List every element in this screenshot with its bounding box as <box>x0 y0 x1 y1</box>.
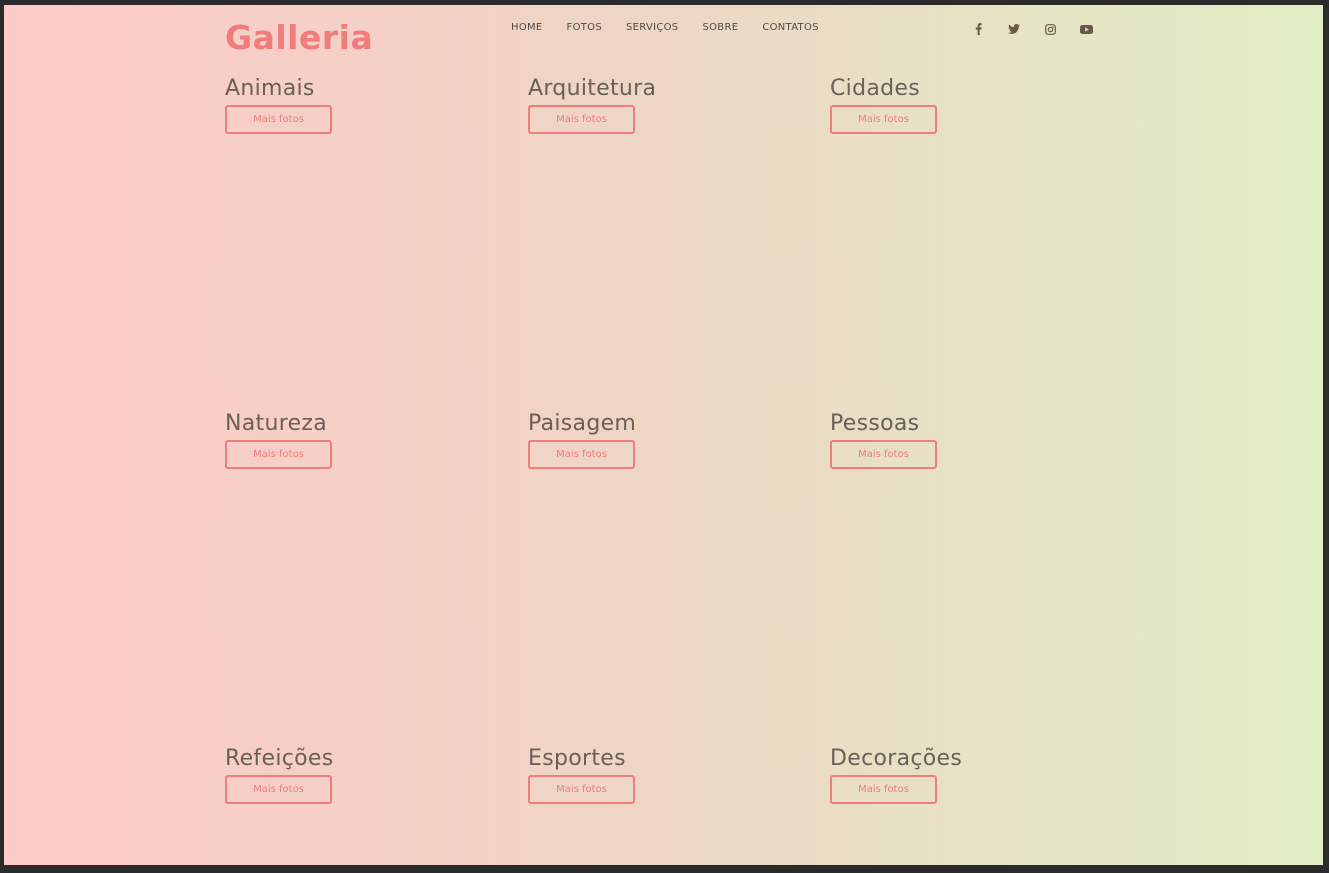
category-title: Refeições <box>225 746 334 771</box>
category-card-refeicoes: Refeições Mais fotos <box>225 746 505 804</box>
nav-item-contatos[interactable]: CONTATOS <box>762 22 818 33</box>
page: Galleria HOME FOTOS SERVIÇOS SOBRE CONTA… <box>4 5 1323 865</box>
category-card-pessoas: Pessoas Mais fotos <box>830 411 1110 469</box>
more-photos-button[interactable]: Mais fotos <box>830 775 937 804</box>
more-photos-button[interactable]: Mais fotos <box>225 775 332 804</box>
category-title: Pessoas <box>830 411 920 436</box>
nav-item-home[interactable]: HOME <box>511 22 543 33</box>
category-title: Natureza <box>225 411 328 436</box>
youtube-icon[interactable] <box>1075 22 1097 36</box>
more-photos-button[interactable]: Mais fotos <box>528 775 635 804</box>
more-photos-button[interactable]: Mais fotos <box>225 105 332 134</box>
facebook-icon[interactable] <box>967 22 989 36</box>
more-photos-button[interactable]: Mais fotos <box>830 440 937 469</box>
category-card-decoracoes: Decorações Mais fotos <box>830 746 1110 804</box>
twitter-icon[interactable] <box>1003 22 1025 36</box>
category-card-esportes: Esportes Mais fotos <box>528 746 808 804</box>
more-photos-button[interactable]: Mais fotos <box>528 105 635 134</box>
category-title: Arquitetura <box>528 76 657 101</box>
category-card-natureza: Natureza Mais fotos <box>225 411 505 469</box>
social-links <box>967 22 1097 36</box>
main-nav: HOME FOTOS SERVIÇOS SOBRE CONTATOS <box>511 22 819 33</box>
category-card-paisagem: Paisagem Mais fotos <box>528 411 808 469</box>
category-title: Esportes <box>528 746 626 771</box>
more-photos-button[interactable]: Mais fotos <box>830 105 937 134</box>
category-card-cidades: Cidades Mais fotos <box>830 76 1110 134</box>
instagram-icon[interactable] <box>1039 22 1061 36</box>
nav-item-fotos[interactable]: FOTOS <box>567 22 602 33</box>
logo[interactable]: Galleria <box>225 18 373 57</box>
nav-item-sobre[interactable]: SOBRE <box>702 22 738 33</box>
nav-item-servicos[interactable]: SERVIÇOS <box>626 22 678 33</box>
category-title: Paisagem <box>528 411 637 436</box>
category-title: Cidades <box>830 76 920 101</box>
more-photos-button[interactable]: Mais fotos <box>528 440 635 469</box>
more-photos-button[interactable]: Mais fotos <box>225 440 332 469</box>
category-title: Decorações <box>830 746 963 771</box>
category-title: Animais <box>225 76 315 101</box>
category-card-animais: Animais Mais fotos <box>225 76 505 134</box>
category-card-arquitetura: Arquitetura Mais fotos <box>528 76 808 134</box>
